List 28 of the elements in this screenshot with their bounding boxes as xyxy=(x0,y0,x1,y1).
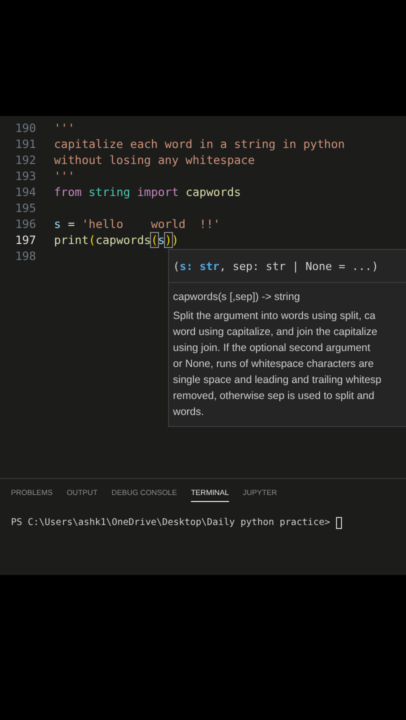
line-number: 190 xyxy=(14,120,36,138)
line-number: 193 xyxy=(14,168,36,186)
doc-text-line: using join. If the optional second argument xyxy=(173,341,372,356)
line-number: 194 xyxy=(14,184,36,202)
code-line: print(capwords(s)) xyxy=(54,232,179,250)
terminal-cursor xyxy=(336,517,342,530)
line-number: 197 xyxy=(14,232,36,250)
line-number: 198 xyxy=(14,248,36,266)
code-editor[interactable] xyxy=(0,116,406,478)
code-line: capitalize each word in a string in python xyxy=(54,136,345,154)
doc-text-line: removed, otherwise sep is used to split and xyxy=(173,389,376,404)
line-number: 195 xyxy=(14,200,36,218)
doc-text-line: or None, runs of whitespace characters are xyxy=(173,357,375,372)
doc-title: capwords(s [,sep]) -> string xyxy=(173,290,301,305)
signature-text: (s: str, sep: str | None = ...) xyxy=(173,260,378,273)
line-number: 191 xyxy=(14,136,36,154)
code-line: from string import capwords xyxy=(54,184,241,202)
code-line: s = 'hello world !!' xyxy=(54,216,220,234)
code-line: without losing any whitespace xyxy=(54,152,255,170)
code-line: ''' xyxy=(54,168,75,186)
doc-text-line: single space and leading and trailing whitesp xyxy=(173,373,382,388)
line-number: 196 xyxy=(14,216,36,234)
doc-text-line: Split the argument into words using split, ca xyxy=(173,309,377,324)
code-line: ''' xyxy=(54,120,75,138)
doc-text-line: words. xyxy=(173,405,205,420)
doc-text-line: word using capitalize, and join the capitalize xyxy=(173,325,378,340)
line-number: 192 xyxy=(14,152,36,170)
terminal-prompt: PS C:\Users\ashk1\OneDrive\Desktop\Daily python practice> xyxy=(11,516,330,530)
